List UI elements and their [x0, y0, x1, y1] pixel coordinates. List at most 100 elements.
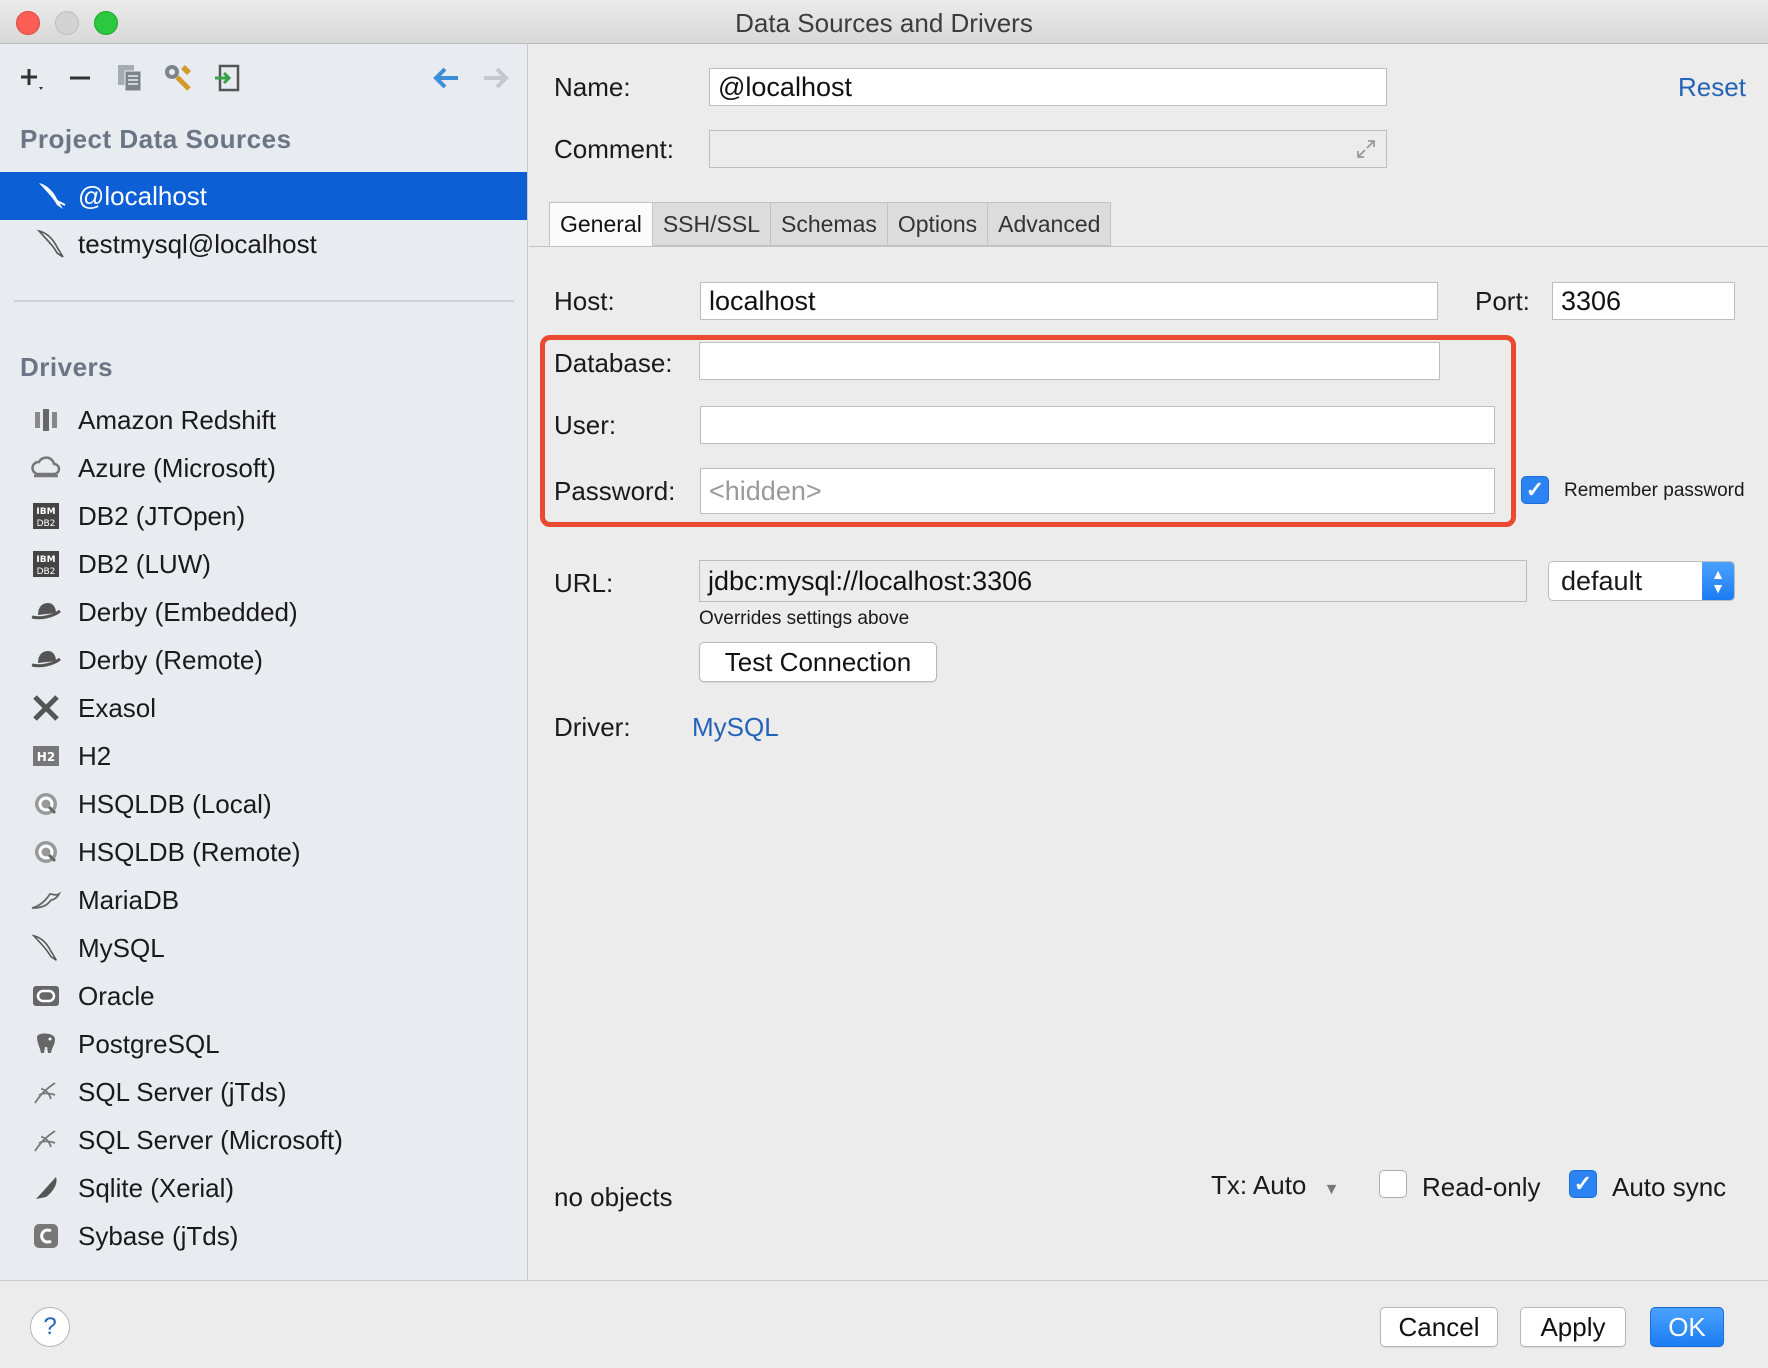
ibm-db2-icon: IBM DB2	[28, 498, 64, 534]
back-arrow-icon[interactable]	[428, 60, 464, 96]
url-mode-select[interactable]: default ▲ ▼	[1548, 561, 1735, 601]
driver-item[interactable]: HSQLDB (Local)	[0, 780, 527, 828]
driver-item[interactable]: SQL Server (Microsoft)	[0, 1116, 527, 1164]
driver-item[interactable]: Sqlite (Xerial)	[0, 1164, 527, 1212]
dropdown-arrow-icon: ▼	[1323, 1181, 1340, 1198]
driver-item[interactable]: PostgreSQL	[0, 1020, 527, 1068]
driver-item[interactable]: IBM DB2 DB2 (LUW)	[0, 540, 527, 588]
sybase-icon	[28, 1218, 64, 1254]
name-field[interactable]: @localhost	[709, 68, 1387, 106]
main-panel: Name: @localhost Reset Comment: General …	[529, 44, 1768, 1280]
test-connection-button[interactable]: Test Connection	[699, 642, 937, 682]
sqlite-feather-icon	[28, 1170, 64, 1206]
driver-label: Amazon Redshift	[78, 404, 276, 435]
data-source-item[interactable]: testmysql@localhost	[0, 220, 527, 268]
driver-label: HSQLDB (Remote)	[78, 836, 301, 867]
sqlserver-icon	[28, 1122, 64, 1158]
driver-label: Oracle	[78, 980, 155, 1011]
ibm-db2-icon: IBM DB2	[28, 546, 64, 582]
host-field[interactable]: localhost	[700, 282, 1438, 320]
driver-item[interactable]: Amazon Redshift	[0, 396, 527, 444]
driver-label: PostgreSQL	[78, 1028, 220, 1059]
driver-label: DB2 (LUW)	[78, 548, 211, 579]
expand-icon[interactable]	[1354, 137, 1378, 168]
driver-item[interactable]: H2 H2	[0, 732, 527, 780]
mariadb-seal-icon	[28, 882, 64, 918]
url-mode-value: default	[1561, 565, 1643, 596]
comment-label: Comment:	[554, 134, 674, 164]
mysql-dolphin-icon	[28, 930, 64, 966]
driver-item[interactable]: HSQLDB (Remote)	[0, 828, 527, 876]
tab-advanced[interactable]: Advanced	[988, 202, 1112, 246]
select-arrows-icon: ▲ ▼	[1702, 562, 1734, 600]
driver-item[interactable]: MySQL	[0, 924, 527, 972]
driver-item[interactable]: Oracle	[0, 972, 527, 1020]
driver-item[interactable]: Sybase (jTds)	[0, 1212, 527, 1260]
apply-button[interactable]: Apply	[1520, 1307, 1626, 1347]
comment-field[interactable]	[709, 130, 1387, 168]
tab-schemas[interactable]: Schemas	[770, 202, 888, 246]
forward-arrow-icon[interactable]	[478, 60, 514, 96]
remember-password-checkbox[interactable]: ✓	[1521, 476, 1549, 504]
url-hint: Overrides settings above	[699, 608, 910, 629]
tab-ssh-ssl[interactable]: SSH/SSL	[652, 202, 771, 246]
driver-label: Sybase (jTds)	[78, 1220, 239, 1251]
url-field[interactable]: jdbc:mysql://localhost:3306	[699, 560, 1527, 602]
help-button[interactable]: ?	[30, 1307, 70, 1347]
driver-label: Derby (Embedded)	[78, 596, 298, 627]
driver-item[interactable]: Derby (Remote)	[0, 636, 527, 684]
oracle-icon	[28, 978, 64, 1014]
driver-label: SQL Server (Microsoft)	[78, 1124, 343, 1155]
auto-sync-checkbox[interactable]: ✓	[1569, 1170, 1597, 1198]
data-source-label: @localhost	[78, 180, 208, 211]
sidebar: Project Data Sources @localhost testmysq…	[0, 44, 528, 1280]
driver-label: DB2 (JTOpen)	[78, 500, 246, 531]
ok-button[interactable]: OK	[1650, 1307, 1724, 1347]
driver-item[interactable]: Exasol	[0, 684, 527, 732]
tx-mode-label: Tx: Auto	[1211, 1170, 1307, 1200]
sqlserver-icon	[28, 1074, 64, 1110]
driver-link[interactable]: MySQL	[692, 712, 779, 743]
duplicate-icon[interactable]	[112, 60, 148, 96]
tab-options[interactable]: Options	[887, 202, 989, 246]
auto-sync-label: Auto sync	[1612, 1172, 1727, 1202]
cancel-button[interactable]: Cancel	[1380, 1307, 1498, 1347]
mysql-dolphin-icon	[28, 179, 76, 213]
driver-item[interactable]: SQL Server (jTds)	[0, 1068, 527, 1116]
postgresql-elephant-icon	[28, 1026, 64, 1062]
azure-cloud-icon	[28, 450, 64, 486]
import-icon[interactable]	[210, 60, 246, 96]
window-title: Data Sources and Drivers	[735, 8, 1033, 38]
add-icon[interactable]	[14, 60, 50, 96]
tx-mode-dropdown[interactable]: Tx: Auto ▼	[1211, 1170, 1339, 1201]
tab-general[interactable]: General	[549, 202, 653, 246]
port-field[interactable]: 3306	[1552, 282, 1735, 320]
svg-text:H2: H2	[37, 750, 55, 764]
hsqldb-icon	[28, 834, 64, 870]
driver-item[interactable]: IBM DB2 DB2 (JTOpen)	[0, 492, 527, 540]
driver-item[interactable]: Azure (Microsoft)	[0, 444, 527, 492]
derby-hat-icon	[28, 642, 64, 678]
driver-item[interactable]: MariaDB	[0, 876, 527, 924]
port-label: Port:	[1475, 286, 1530, 316]
driver-settings-icon[interactable]	[160, 60, 196, 96]
svg-text:DB2: DB2	[37, 567, 56, 577]
sidebar-divider	[14, 300, 514, 302]
drivers-list: Amazon Redshift Azure (Microsoft) IBM DB2…	[0, 396, 527, 1260]
driver-item[interactable]: Derby (Embedded)	[0, 588, 527, 636]
url-label: URL:	[554, 568, 614, 598]
host-label: Host:	[554, 286, 615, 316]
driver-label: Sqlite (Xerial)	[78, 1172, 235, 1203]
data-source-item[interactable]: @localhost	[0, 172, 527, 220]
tab-divider	[529, 246, 1768, 247]
name-label: Name:	[554, 72, 631, 102]
reset-link[interactable]: Reset	[1678, 72, 1746, 103]
remove-icon[interactable]	[62, 60, 98, 96]
redshift-icon	[28, 402, 64, 438]
drivers-title: Drivers	[20, 352, 114, 382]
svg-text:IBM: IBM	[36, 507, 55, 517]
mysql-dolphin-icon	[28, 227, 76, 261]
driver-label: Azure (Microsoft)	[78, 452, 276, 483]
driver-label: MySQL	[78, 932, 165, 963]
read-only-checkbox[interactable]	[1379, 1170, 1407, 1198]
